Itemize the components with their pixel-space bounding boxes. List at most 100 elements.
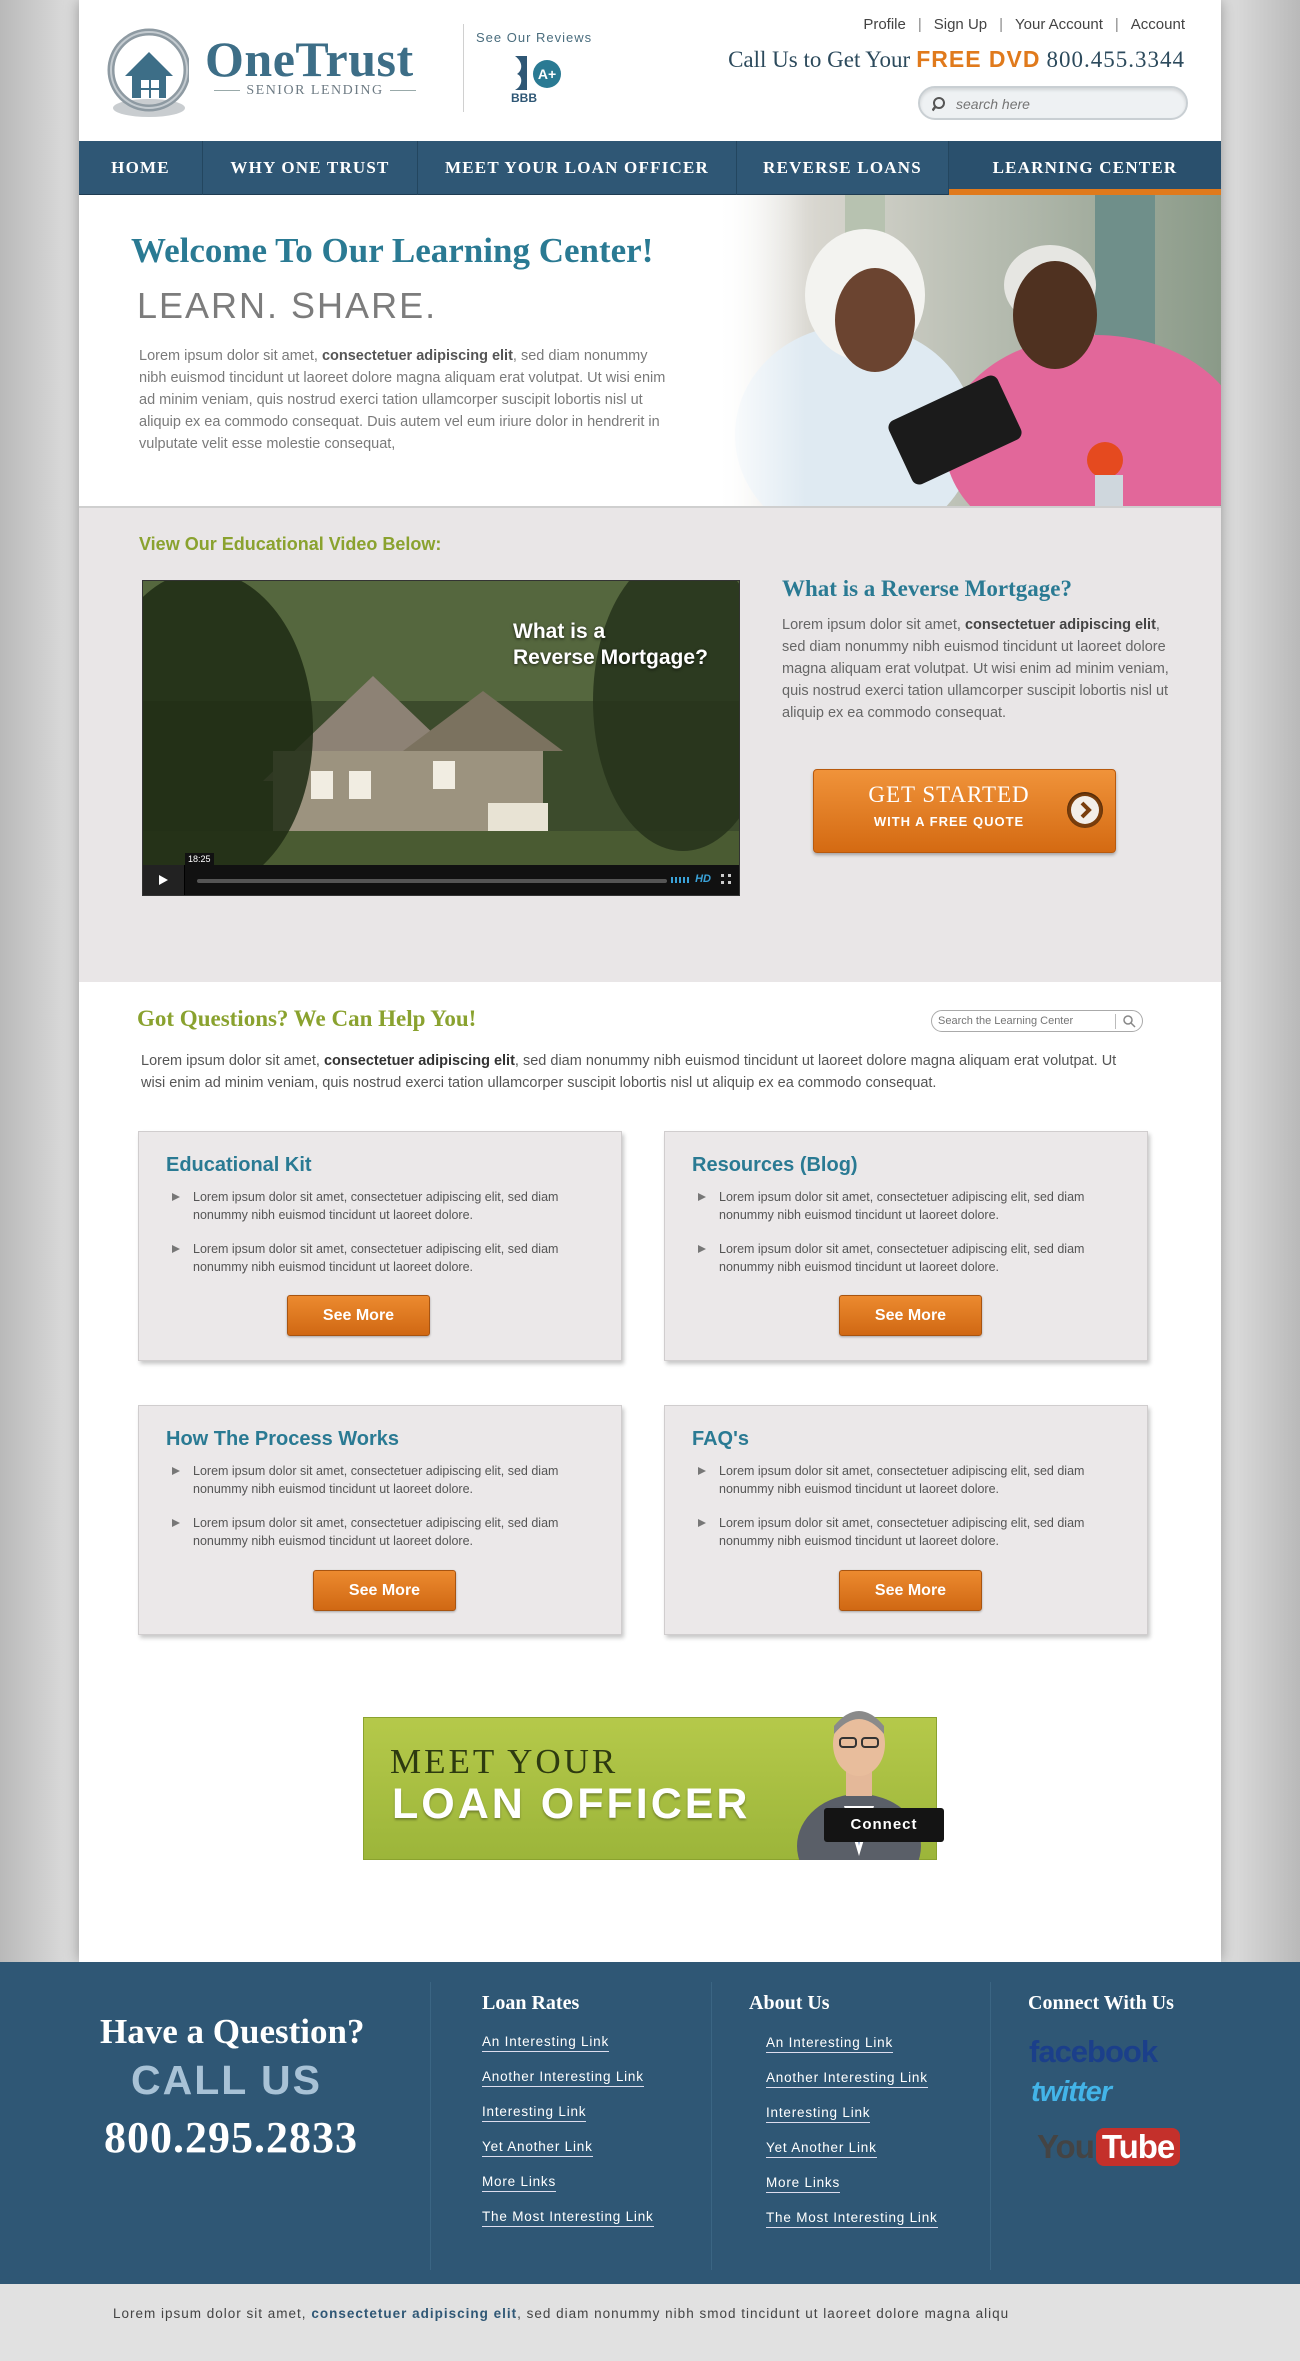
card-educational-kit: Educational Kit Lorem ipsum dolor sit am… xyxy=(138,1131,622,1361)
list-item: An Interesting Link xyxy=(766,2034,938,2055)
reviews-label[interactable]: See Our Reviews xyxy=(476,30,592,45)
list-item: Lorem ipsum dolor sit amet, consectetuer… xyxy=(698,1514,1118,1550)
video-progress-bar[interactable] xyxy=(197,879,667,883)
footer-link[interactable]: Interesting Link xyxy=(766,2105,871,2123)
main-nav: HOME WHY ONE TRUST MEET YOUR LOAN OFFICE… xyxy=(79,141,1221,195)
top-link-profile[interactable]: Profile xyxy=(851,16,918,33)
nav-home[interactable]: HOME xyxy=(79,141,203,195)
search-icon[interactable] xyxy=(1123,1015,1136,1028)
list-item: More Links xyxy=(482,2173,654,2194)
hero: Welcome To Our Learning Center! LEARN. S… xyxy=(79,195,1221,508)
learning-center-search xyxy=(931,1010,1143,1032)
footer-connect-title: Connect With Us xyxy=(1028,1992,1174,2014)
list-item: Yet Another Link xyxy=(766,2139,938,2160)
footer-link[interactable]: More Links xyxy=(766,2175,841,2193)
hero-subtitle: LEARN. SHARE. xyxy=(137,285,438,326)
youtube-icon[interactable]: You Tube xyxy=(1037,2128,1181,2166)
nav-reverse-loans[interactable]: REVERSE LOANS xyxy=(737,141,949,195)
card-title: Resources (Blog) xyxy=(692,1154,858,1176)
video-controls: 18:25 HD xyxy=(143,853,739,895)
free-dvd-offer[interactable]: FREE DVD xyxy=(916,46,1040,72)
connect-button[interactable]: Connect xyxy=(824,1808,944,1842)
brand-name[interactable]: OneTrust xyxy=(205,30,414,88)
footer-call-us: CALL US xyxy=(131,2057,322,2103)
fullscreen-icon[interactable] xyxy=(721,874,731,884)
list-item: Lorem ipsum dolor sit amet, consectetuer… xyxy=(172,1188,592,1224)
search-icon[interactable] xyxy=(932,96,948,112)
top-link-sign-up[interactable]: Sign Up xyxy=(922,16,999,33)
bbb-label: BBB xyxy=(511,91,537,104)
see-more-button[interactable]: See More xyxy=(313,1570,456,1611)
bbb-grade: A+ xyxy=(538,66,556,82)
card-list: Lorem ipsum dolor sit amet, consectetuer… xyxy=(172,1188,592,1292)
see-more-button[interactable]: See More xyxy=(287,1295,430,1336)
footer-link[interactable]: More Links xyxy=(482,2174,557,2192)
reverse-mortgage-text: Lorem ipsum dolor sit amet, consectetuer… xyxy=(782,617,1169,721)
footer-link[interactable]: Another Interesting Link xyxy=(482,2069,644,2087)
list-item: Lorem ipsum dolor sit amet, consectetuer… xyxy=(698,1188,1118,1224)
footer-phone[interactable]: 800.295.2833 xyxy=(104,2112,358,2163)
volume-icon[interactable] xyxy=(671,875,693,885)
list-item: An Interesting Link xyxy=(482,2033,654,2054)
top-link-account[interactable]: Account xyxy=(1119,16,1185,33)
get-started-button[interactable]: GET STARTED WITH A FREE QUOTE xyxy=(813,769,1116,853)
card-list: Lorem ipsum dolor sit amet, consectetuer… xyxy=(172,1462,592,1566)
video-section: View Our Educational Video Below: What i… xyxy=(79,508,1221,982)
see-more-button[interactable]: See More xyxy=(839,1295,982,1336)
video-caption: What is a Reverse Mortgage? xyxy=(513,620,708,669)
onetrust-logo-icon[interactable] xyxy=(107,24,189,122)
banner-line1: MEET YOUR xyxy=(390,1742,619,1781)
footer-link[interactable]: An Interesting Link xyxy=(766,2035,894,2053)
top-link-your-account[interactable]: Your Account xyxy=(1003,16,1115,33)
top-links: Profile | Sign Up | Your Account | Account xyxy=(851,16,1185,33)
sub-footer: Lorem ipsum dolor sit amet, consectetuer… xyxy=(0,2284,1300,2361)
hero-seniors-photo xyxy=(715,195,1221,506)
play-button[interactable] xyxy=(143,865,185,895)
list-item: Interesting Link xyxy=(766,2104,938,2125)
list-item: Lorem ipsum dolor sit amet, consectetuer… xyxy=(172,1462,592,1498)
card-title: Educational Kit xyxy=(166,1154,312,1176)
list-item: Another Interesting Link xyxy=(482,2068,654,2089)
header: OneTrust SENIOR LENDING See Our Reviews … xyxy=(79,0,1221,141)
search-input[interactable] xyxy=(956,92,1176,116)
nav-learning-center[interactable]: LEARNING CENTER xyxy=(949,141,1221,195)
nav-meet-your-loan-officer[interactable]: MEET YOUR LOAN OFFICER xyxy=(418,141,737,195)
footer-link[interactable]: The Most Interesting Link xyxy=(482,2209,654,2227)
nav-why-one-trust[interactable]: WHY ONE TRUST xyxy=(203,141,418,195)
footer-loan-rates-links: An Interesting Link Another Interesting … xyxy=(482,2033,654,2243)
bbb-icon[interactable]: BBB A+ xyxy=(507,52,567,104)
call-line: Call Us to Get Your FREE DVD 800.455.3344 xyxy=(728,46,1185,73)
brand-tagline: SENIOR LENDING xyxy=(205,83,425,99)
play-icon xyxy=(159,875,168,885)
header-phone[interactable]: 800.455.3344 xyxy=(1047,47,1186,72)
meet-loan-officer-banner[interactable]: MEET YOUR LOAN OFFICER Connect xyxy=(363,1711,944,1860)
twitter-icon[interactable]: twitter xyxy=(1031,2076,1112,2109)
list-item: Lorem ipsum dolor sit amet, consectetuer… xyxy=(698,1240,1118,1276)
footer-link[interactable]: Interesting Link xyxy=(482,2104,587,2122)
footer-link[interactable]: The Most Interesting Link xyxy=(766,2210,938,2228)
footer-link[interactable]: Yet Another Link xyxy=(482,2139,593,2157)
learning-center-search-input[interactable] xyxy=(938,1013,1108,1029)
list-item: The Most Interesting Link xyxy=(766,2209,938,2230)
footer-link[interactable]: Yet Another Link xyxy=(766,2140,877,2158)
footer-about-title: About Us xyxy=(749,1992,830,2014)
list-item: Lorem ipsum dolor sit amet, consectetuer… xyxy=(172,1240,592,1276)
footer-loan-rates-title: Loan Rates xyxy=(482,1992,580,2014)
card-title: FAQ's xyxy=(692,1428,749,1450)
footer-link[interactable]: An Interesting Link xyxy=(482,2034,610,2052)
hero-title: Welcome To Our Learning Center! xyxy=(131,231,654,270)
footer-about-links: An Interesting Link Another Interesting … xyxy=(766,2034,938,2244)
card-how-the-process-works: How The Process Works Lorem ipsum dolor … xyxy=(138,1405,622,1635)
video-player[interactable]: What is a Reverse Mortgage? 18:25 HD xyxy=(142,580,740,896)
video-timecode: 18:25 xyxy=(185,853,214,865)
header-divider xyxy=(463,24,464,112)
footer-have-question: Have a Question? xyxy=(100,2012,365,2051)
see-more-button[interactable]: See More xyxy=(839,1570,982,1611)
hd-toggle[interactable]: HD xyxy=(695,873,711,885)
questions-title: Got Questions? We Can Help You! xyxy=(137,1006,477,1031)
sub-footer-text: Lorem ipsum dolor sit amet, consectetuer… xyxy=(113,2306,1010,2321)
list-item: Another Interesting Link xyxy=(766,2069,938,2090)
reverse-mortgage-title: What is a Reverse Mortgage? xyxy=(782,576,1072,601)
facebook-icon[interactable]: facebook xyxy=(1029,2034,1158,2070)
footer-link[interactable]: Another Interesting Link xyxy=(766,2070,928,2088)
